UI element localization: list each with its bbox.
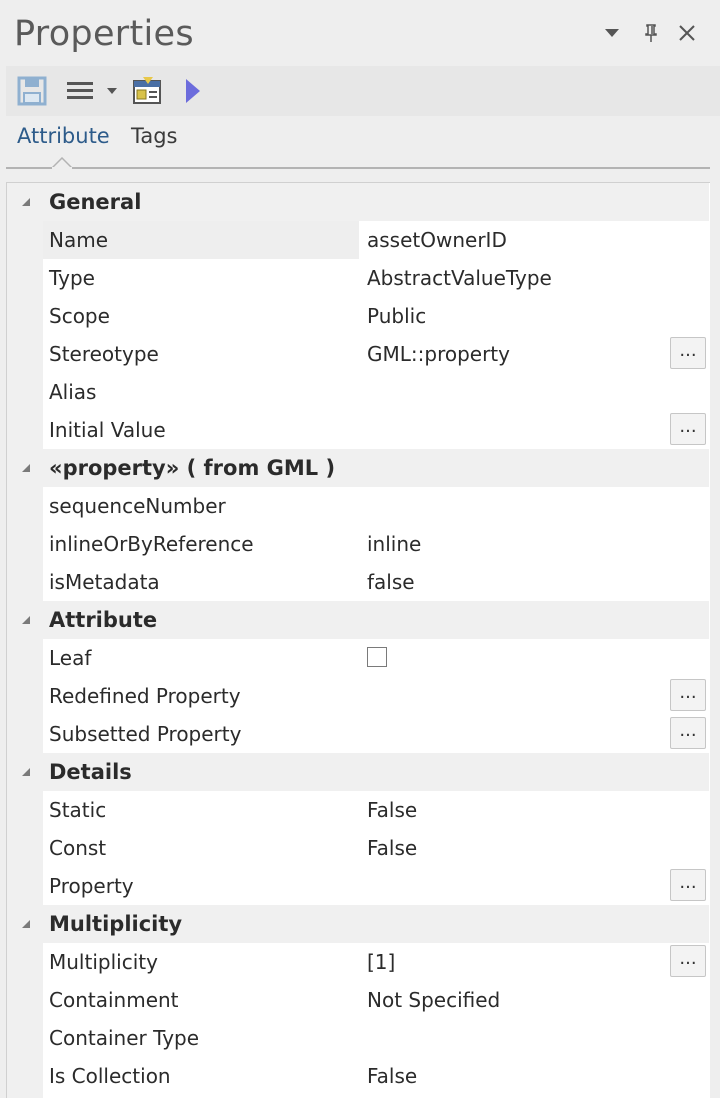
property-row-sequencenumber[interactable]: sequenceNumber bbox=[7, 487, 709, 525]
property-name: Multiplicity bbox=[49, 950, 158, 974]
section-header-property-from-gml[interactable]: «property» ( from GML ) bbox=[7, 449, 709, 487]
property-row-redefined-property[interactable]: Redefined Property... bbox=[7, 677, 709, 715]
ellipsis-button[interactable]: ... bbox=[670, 413, 706, 445]
property-value[interactable]: inline bbox=[359, 525, 659, 563]
property-name: Const bbox=[49, 836, 107, 860]
toolbar bbox=[6, 66, 720, 116]
property-value[interactable] bbox=[359, 373, 659, 411]
property-name: Scope bbox=[49, 304, 110, 328]
property-row-name[interactable]: Name assetOwnerID bbox=[7, 221, 709, 259]
menu-icon[interactable] bbox=[64, 74, 96, 108]
property-row-leaf[interactable]: Leaf bbox=[7, 639, 709, 677]
tab-attribute[interactable]: Attribute bbox=[17, 124, 110, 148]
tab-underline bbox=[6, 167, 710, 169]
ellipsis-button[interactable]: ... bbox=[670, 869, 706, 901]
section-header-general[interactable]: General bbox=[7, 183, 709, 221]
property-value[interactable]: GML::property bbox=[359, 335, 659, 373]
property-value[interactable] bbox=[359, 715, 659, 753]
property-value[interactable]: False bbox=[359, 791, 659, 829]
property-value[interactable] bbox=[359, 677, 659, 715]
property-name: Stereotype bbox=[49, 342, 159, 366]
panel-title: Properties bbox=[14, 14, 194, 54]
property-name: Container Type bbox=[49, 1026, 200, 1050]
collapse-triangle-icon[interactable] bbox=[19, 917, 33, 931]
title-bar: Properties bbox=[0, 0, 720, 66]
grid-right-edge bbox=[710, 182, 720, 1098]
property-value[interactable]: assetOwnerID bbox=[359, 221, 659, 259]
property-row-initial-value[interactable]: Initial Value... bbox=[7, 411, 709, 449]
property-row-subsetted-property[interactable]: Subsetted Property... bbox=[7, 715, 709, 753]
property-row-inlineorbyreference[interactable]: inlineOrByReference inline bbox=[7, 525, 709, 563]
section-title: General bbox=[49, 190, 142, 214]
property-name: Name bbox=[43, 221, 359, 259]
property-value[interactable]: Public bbox=[359, 297, 659, 335]
property-name: Initial Value bbox=[49, 418, 166, 442]
property-name: Type bbox=[49, 266, 95, 290]
close-icon[interactable] bbox=[673, 18, 701, 48]
property-name: Alias bbox=[49, 380, 97, 404]
property-row-containment[interactable]: Containment Not Specified bbox=[7, 981, 709, 1019]
property-value[interactable]: [1] bbox=[359, 943, 659, 981]
section-header-details[interactable]: Details bbox=[7, 753, 709, 791]
property-value[interactable]: False bbox=[359, 1057, 659, 1095]
active-tab-indicator bbox=[52, 157, 72, 169]
pin-icon[interactable] bbox=[637, 18, 665, 48]
property-name: inlineOrByReference bbox=[49, 532, 254, 556]
property-row-stereotype[interactable]: Stereotype GML::property... bbox=[7, 335, 709, 373]
property-name: Is Collection bbox=[49, 1064, 171, 1088]
collapse-triangle-icon[interactable] bbox=[19, 195, 33, 209]
ellipsis-button[interactable]: ... bbox=[670, 945, 706, 977]
property-row-type[interactable]: Type AbstractValueType bbox=[7, 259, 709, 297]
collapse-triangle-icon[interactable] bbox=[19, 765, 33, 779]
property-row-const[interactable]: Const False bbox=[7, 829, 709, 867]
property-name: Leaf bbox=[49, 646, 92, 670]
tab-bar: Attribute Tags bbox=[0, 116, 720, 172]
property-value[interactable] bbox=[359, 1019, 659, 1057]
leaf-checkbox[interactable] bbox=[367, 647, 387, 667]
property-value[interactable]: false bbox=[359, 563, 659, 601]
property-name: isMetadata bbox=[49, 570, 160, 594]
property-row-ismetadata[interactable]: isMetadata false bbox=[7, 563, 709, 601]
property-name: Redefined Property bbox=[49, 684, 241, 708]
ellipsis-button[interactable]: ... bbox=[670, 679, 706, 711]
ellipsis-button[interactable]: ... bbox=[670, 717, 706, 749]
dropdown-arrow-icon[interactable] bbox=[104, 74, 120, 108]
property-grid: General Name assetOwnerID Type AbstractValue… bbox=[6, 182, 710, 1098]
property-name: Subsetted Property bbox=[49, 722, 242, 746]
section-header-attribute[interactable]: Attribute bbox=[7, 601, 709, 639]
section-header-multiplicity[interactable]: Multiplicity bbox=[7, 905, 709, 943]
section-title: «property» ( from GML ) bbox=[49, 456, 336, 480]
property-value[interactable]: Not Specified bbox=[359, 981, 659, 1019]
property-row-container-type[interactable]: Container Type bbox=[7, 1019, 709, 1057]
dropdown-menu-icon[interactable] bbox=[598, 18, 626, 48]
section-title: Attribute bbox=[49, 608, 158, 632]
property-name: Containment bbox=[49, 988, 179, 1012]
property-value[interactable]: False bbox=[359, 829, 659, 867]
property-row-is-collection[interactable]: Is Collection False bbox=[7, 1057, 709, 1095]
section-title: Details bbox=[49, 760, 132, 784]
save-icon[interactable] bbox=[16, 74, 48, 108]
property-name: Property bbox=[49, 874, 134, 898]
property-name: sequenceNumber bbox=[49, 494, 226, 518]
property-row-static[interactable]: Static False bbox=[7, 791, 709, 829]
play-arrow-icon[interactable] bbox=[182, 74, 204, 108]
property-row-multiplicity[interactable]: Multiplicity [1]... bbox=[7, 943, 709, 981]
property-row-scope[interactable]: Scope Public bbox=[7, 297, 709, 335]
property-row-alias[interactable]: Alias bbox=[7, 373, 709, 411]
collapse-triangle-icon[interactable] bbox=[19, 461, 33, 475]
section-title: Multiplicity bbox=[49, 912, 183, 936]
collapse-triangle-icon[interactable] bbox=[19, 613, 33, 627]
property-name: Static bbox=[49, 798, 107, 822]
properties-window-icon[interactable] bbox=[130, 74, 164, 108]
property-value[interactable] bbox=[359, 487, 659, 525]
ellipsis-button[interactable]: ... bbox=[670, 337, 706, 369]
property-row-property[interactable]: Property... bbox=[7, 867, 709, 905]
property-value[interactable] bbox=[359, 411, 659, 449]
property-value[interactable]: AbstractValueType bbox=[359, 259, 659, 297]
tab-tags[interactable]: Tags bbox=[131, 124, 178, 148]
property-value[interactable] bbox=[359, 867, 659, 905]
